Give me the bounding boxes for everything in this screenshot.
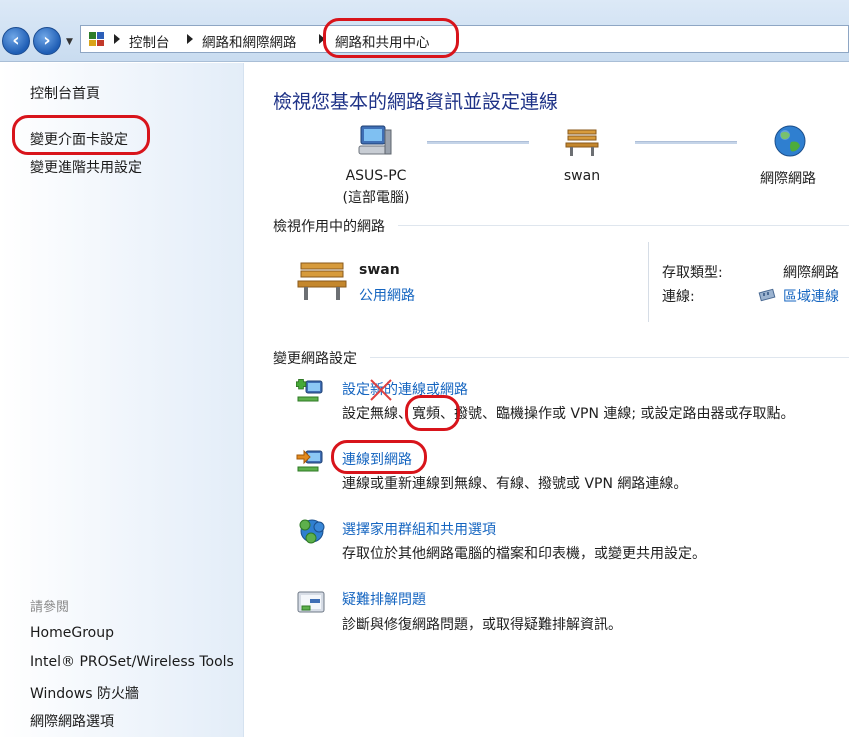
- map-network-name: swan: [563, 168, 601, 184]
- active-networks-heading: 檢視作用中的網路: [273, 219, 385, 235]
- vertical-divider: [648, 242, 649, 322]
- local-area-connection-link[interactable]: 區域連線: [783, 286, 839, 306]
- annotation-circle: [12, 115, 150, 155]
- breadcrumb-separator-icon[interactable]: [187, 34, 193, 44]
- task-homegroup-sharing[interactable]: 選擇家用群組和共用選項: [342, 519, 496, 539]
- computer-name: ASUS-PC: [345, 168, 407, 184]
- change-settings-heading: 變更網路設定: [273, 351, 357, 367]
- network-type-link[interactable]: 公用網路: [359, 285, 415, 305]
- connect-to-network-icon: [296, 449, 323, 472]
- bench-icon[interactable]: [565, 127, 599, 157]
- access-type-label: 存取類型:: [662, 265, 723, 281]
- homegroup-icon: [299, 519, 325, 544]
- task-connect-to-network-desc: 連線或重新連線到無線、有線、撥號或 VPN 網路連線。: [342, 476, 688, 492]
- task-troubleshoot[interactable]: 疑難排解問題: [342, 589, 426, 609]
- control-panel-icon: [89, 32, 104, 46]
- ethernet-icon: [758, 288, 776, 302]
- page-title: 檢視您基本的網路資訊並設定連線: [273, 91, 559, 113]
- computer-subtitle: (這部電腦): [342, 190, 410, 206]
- forward-arrow-icon[interactable]: ›: [33, 27, 61, 55]
- access-type-value: 網際網路: [783, 265, 839, 281]
- back-arrow-icon[interactable]: ‹: [2, 27, 30, 55]
- sidebar-item-advanced-sharing[interactable]: 變更進階共用設定: [30, 157, 142, 177]
- globe-icon[interactable]: [773, 124, 807, 158]
- troubleshoot-icon: [297, 591, 325, 613]
- active-network-name: swan: [359, 262, 400, 278]
- breadcrumb[interactable]: 控制台 網路和網際網路 網路和共用中心: [80, 25, 849, 53]
- red-x-mark-icon: [370, 379, 392, 401]
- see-also-intel-proset[interactable]: Intel® PROSet/Wireless Tools: [30, 654, 234, 670]
- new-connection-icon: [296, 379, 323, 402]
- task-homegroup-sharing-desc: 存取位於其他網路電腦的檔案和印表機，或變更共用設定。: [342, 546, 706, 562]
- internet-label: 網際網路: [760, 171, 816, 187]
- annotation-circle: [405, 395, 460, 431]
- see-also-homegroup[interactable]: HomeGroup: [30, 625, 114, 641]
- connections-label: 連線:: [662, 289, 695, 305]
- task-troubleshoot-desc: 診斷與修復網路問題，或取得疑難排解資訊。: [342, 617, 622, 633]
- breadcrumb-separator-icon[interactable]: [114, 34, 120, 44]
- sidebar-item-control-panel-home[interactable]: 控制台首頁: [30, 83, 100, 103]
- annotation-circle: [331, 440, 427, 474]
- connection-line: [635, 141, 737, 144]
- breadcrumb-control-panel[interactable]: 控制台: [129, 31, 170, 51]
- connection-line: [427, 141, 529, 144]
- bench-icon: [297, 262, 347, 300]
- see-also-heading: 請參閱: [30, 600, 70, 615]
- annotation-circle: [323, 18, 459, 58]
- history-dropdown-icon[interactable]: ▼: [66, 37, 73, 47]
- computer-icon[interactable]: [357, 124, 393, 158]
- divider: [398, 225, 849, 226]
- breadcrumb-network-internet[interactable]: 網路和網際網路: [202, 31, 297, 51]
- see-also-internet-options[interactable]: 網際網路選項: [30, 711, 114, 731]
- divider: [370, 357, 849, 358]
- see-also-windows-firewall[interactable]: Windows 防火牆: [30, 683, 139, 703]
